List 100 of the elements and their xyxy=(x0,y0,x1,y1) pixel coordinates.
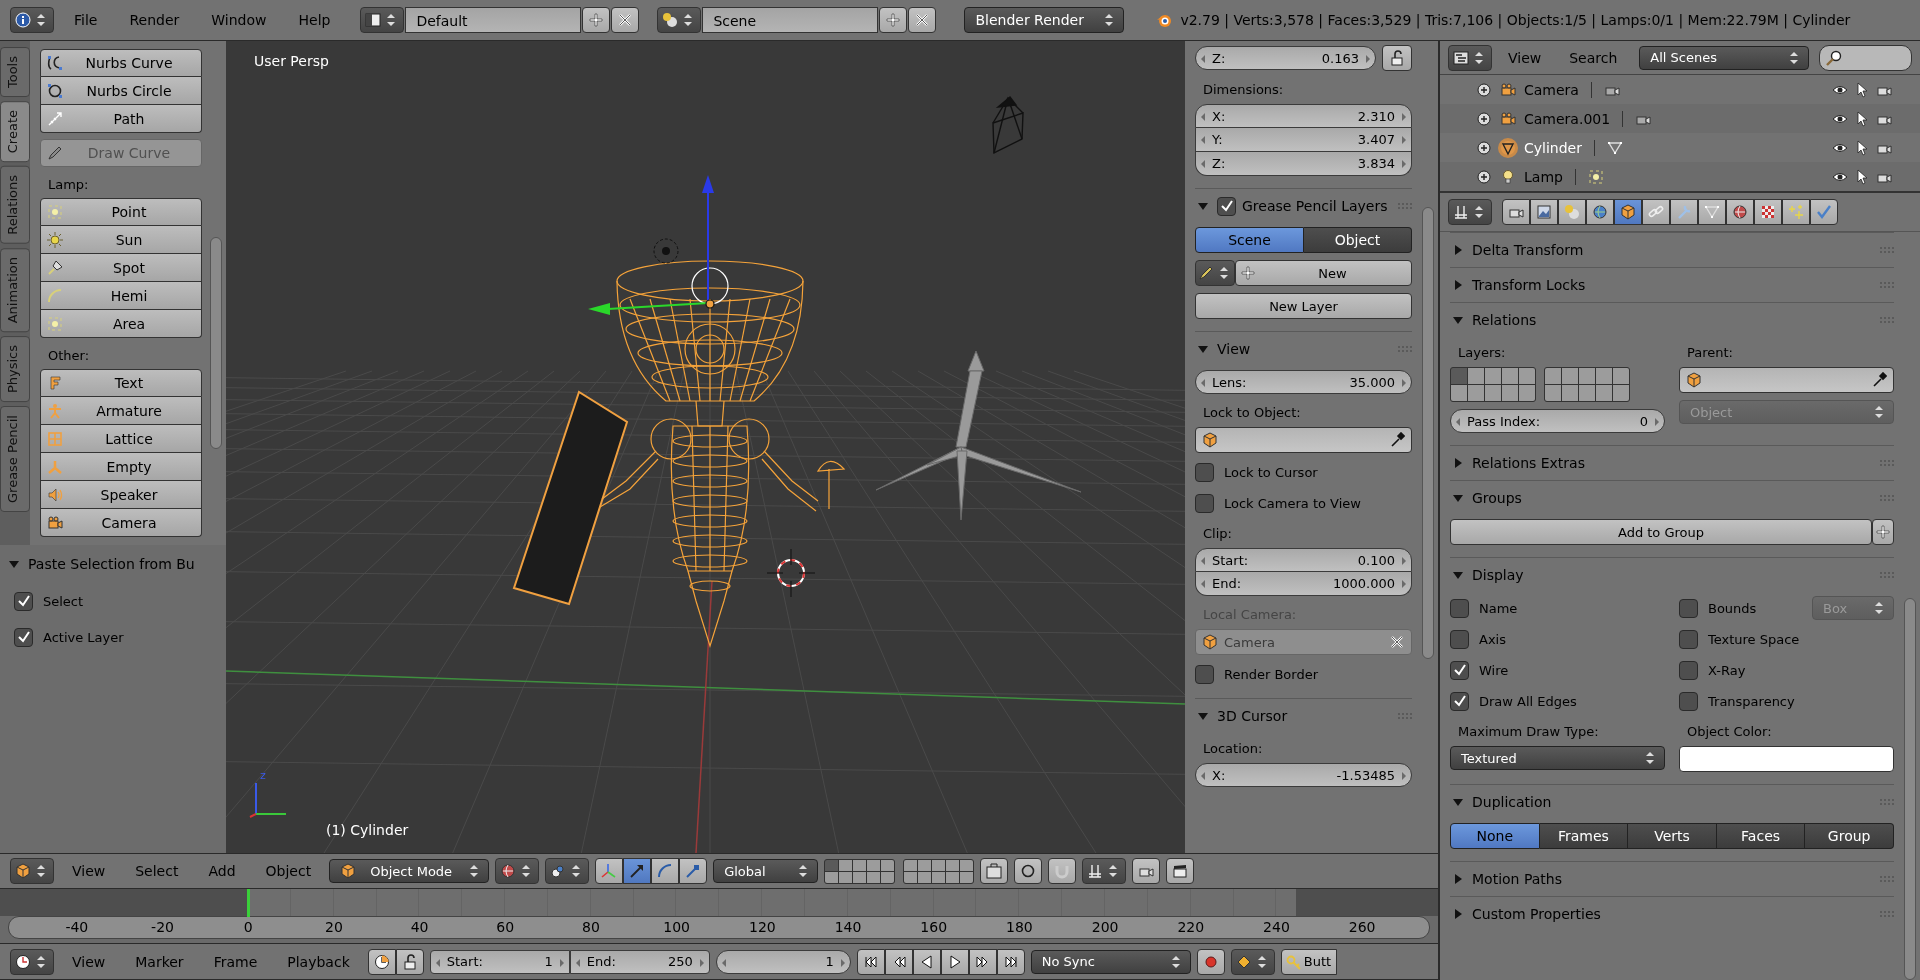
tool-button[interactable]: Spot xyxy=(40,254,202,282)
frame-tick-label: 20 xyxy=(324,919,344,936)
number-field[interactable]: X: 2.310 xyxy=(1195,104,1412,128)
panel-header[interactable]: Delta Transform xyxy=(1450,232,1894,267)
toggle-option[interactable]: Faces xyxy=(1716,823,1806,849)
timeline-area[interactable]: -40 -20 0 20 40 60 80 100 120 140 160 180 200 220 240 260 xyxy=(0,889,1438,943)
tool-button[interactable]: Hemi xyxy=(40,282,202,310)
new-button[interactable]: New xyxy=(1235,260,1412,286)
tool-button[interactable]: Lattice xyxy=(40,425,202,453)
menu-item[interactable]: Search xyxy=(1557,49,1630,66)
checkbox-label: Lock Camera to View xyxy=(1224,495,1361,511)
field-label: Dimensions: xyxy=(1202,81,1285,97)
sidebar-tab[interactable]: Create xyxy=(0,101,30,163)
panel-header[interactable]: Motion Paths xyxy=(1450,861,1894,896)
menu-item[interactable]: Frame xyxy=(201,953,270,970)
number-field[interactable]: Y: 3.407 xyxy=(1195,128,1412,152)
frame-tick-label: 160 xyxy=(919,919,949,936)
toggle-option[interactable]: Frames xyxy=(1539,823,1629,849)
frame-tick-label: 220 xyxy=(1176,919,1206,936)
display-mode-dropdown[interactable]: All Scenes xyxy=(1639,45,1810,70)
menu-item[interactable]: Render xyxy=(117,12,192,28)
field-label: Object Color: xyxy=(1686,723,1773,739)
frame-tick-label: 80 xyxy=(581,919,601,936)
orientation-dropdown[interactable]: Global xyxy=(713,859,819,883)
toggle-option[interactable]: None xyxy=(1450,823,1540,849)
number-field[interactable]: X: -1.53485 xyxy=(1195,763,1412,787)
checkbox-label: Active Layer xyxy=(43,629,124,645)
panel-header[interactable]: Relations Extras xyxy=(1450,445,1894,480)
view-name: User Persp xyxy=(254,53,329,69)
tool-button[interactable]: Sun xyxy=(40,226,202,254)
number-field[interactable]: Start: 0.100 xyxy=(1195,548,1412,572)
new-layer-button[interactable]: New Layer xyxy=(1195,293,1412,319)
menu-item[interactable]: Object xyxy=(253,863,324,879)
panel-header[interactable]: Groups xyxy=(1450,480,1894,515)
render-engine-dropdown[interactable]: Blender Render xyxy=(964,7,1125,33)
3d-viewport[interactable]: User Persp z (1) Cylinder xyxy=(226,41,1185,853)
frame-tick-label: -20 xyxy=(150,919,175,936)
tool-button[interactable]: Camera xyxy=(40,509,202,537)
sync-dropdown[interactable]: No Sync xyxy=(1030,949,1191,974)
tool-button[interactable]: Speaker xyxy=(40,481,202,509)
panel-header[interactable]: 3D Cursor xyxy=(1195,698,1412,733)
tool-button[interactable]: Area xyxy=(40,310,202,338)
checkbox-label: Lock to Cursor xyxy=(1224,464,1318,480)
panel-header[interactable]: Display xyxy=(1450,557,1894,592)
sidebar-tab[interactable]: Grease Pencil xyxy=(0,406,30,513)
mode-dropdown[interactable]: Object Mode xyxy=(329,859,490,883)
menu-item[interactable]: Help xyxy=(286,12,343,28)
toggle-option[interactable]: Object xyxy=(1304,227,1412,253)
tool-button[interactable]: Empty xyxy=(40,453,202,481)
panel-header[interactable]: View xyxy=(1195,331,1412,366)
menu-item[interactable]: Window xyxy=(199,12,279,28)
menu-item[interactable]: Marker xyxy=(123,953,196,970)
toggle-option[interactable]: Group xyxy=(1805,823,1894,849)
number-field[interactable]: End: 1000.000 xyxy=(1195,572,1412,596)
menu-item[interactable]: View xyxy=(60,863,118,879)
panel-header[interactable]: Custom Properties xyxy=(1450,896,1894,931)
panel-header[interactable]: Grease Pencil Layers xyxy=(1195,188,1412,223)
panel-header[interactable]: Transform Locks xyxy=(1450,267,1894,302)
tool-button[interactable]: Armature xyxy=(40,397,202,425)
object-name[interactable]: Lamp xyxy=(1524,168,1563,185)
keying-button[interactable]: Butt xyxy=(1280,948,1337,975)
toggle-option[interactable]: Verts xyxy=(1628,823,1717,849)
group-heading: Lamp: xyxy=(47,176,90,192)
tool-button[interactable]: Path xyxy=(40,105,202,133)
number-field[interactable]: Lens: 35.000 xyxy=(1195,370,1412,394)
start-frame-field[interactable]: Start: 1 xyxy=(429,949,570,974)
menu-item[interactable]: Add xyxy=(196,863,248,879)
object-name[interactable]: Camera xyxy=(1524,81,1579,98)
scene-field[interactable]: Scene xyxy=(702,7,879,33)
menu-item[interactable]: Select xyxy=(123,863,191,879)
panel-header[interactable]: Relations xyxy=(1450,302,1894,337)
frame-tick-label: 60 xyxy=(495,919,516,936)
tool-button[interactable]: Nurbs Circle xyxy=(40,77,202,105)
sidebar-tab[interactable]: Animation xyxy=(0,247,30,333)
number-field[interactable]: Pass Index: 0 xyxy=(1450,409,1665,433)
object-name[interactable]: Camera.001 xyxy=(1524,110,1611,127)
frame-tick-label: -40 xyxy=(64,919,90,936)
sidebar-tab[interactable]: Tools xyxy=(0,47,30,98)
dropdown[interactable]: Textured xyxy=(1450,746,1665,770)
panel-header[interactable]: Duplication xyxy=(1450,784,1894,819)
menu-item[interactable]: Playback xyxy=(275,953,362,970)
toggle-option[interactable]: Scene xyxy=(1195,227,1304,253)
tool-button[interactable]: Nurbs Curve xyxy=(40,49,202,77)
tool-button[interactable]: Text xyxy=(40,369,202,397)
add-to-group-button[interactable]: Add to Group xyxy=(1450,519,1872,545)
end-frame-field[interactable]: End: 250 xyxy=(569,949,710,974)
sidebar-tab[interactable]: Physics xyxy=(0,336,30,403)
menu-item[interactable]: View xyxy=(60,953,118,970)
tool-button[interactable]: Point xyxy=(40,198,202,226)
checkbox-label: Draw All Edges xyxy=(1479,693,1577,709)
object-name[interactable]: Cylinder xyxy=(1524,139,1582,156)
screen-layout-field[interactable]: Default xyxy=(405,7,582,33)
checkbox-label: Axis xyxy=(1479,631,1506,647)
menu-item[interactable]: File xyxy=(62,12,110,28)
frame-tick-label: 240 xyxy=(1262,919,1291,936)
group-heading: Other: xyxy=(47,347,91,363)
menu-item[interactable]: View xyxy=(1496,49,1554,66)
number-field[interactable]: Z: 0.163 xyxy=(1195,46,1376,70)
current-frame-field[interactable]: 1 xyxy=(715,949,851,974)
number-field[interactable]: Z: 3.834 xyxy=(1195,152,1412,176)
